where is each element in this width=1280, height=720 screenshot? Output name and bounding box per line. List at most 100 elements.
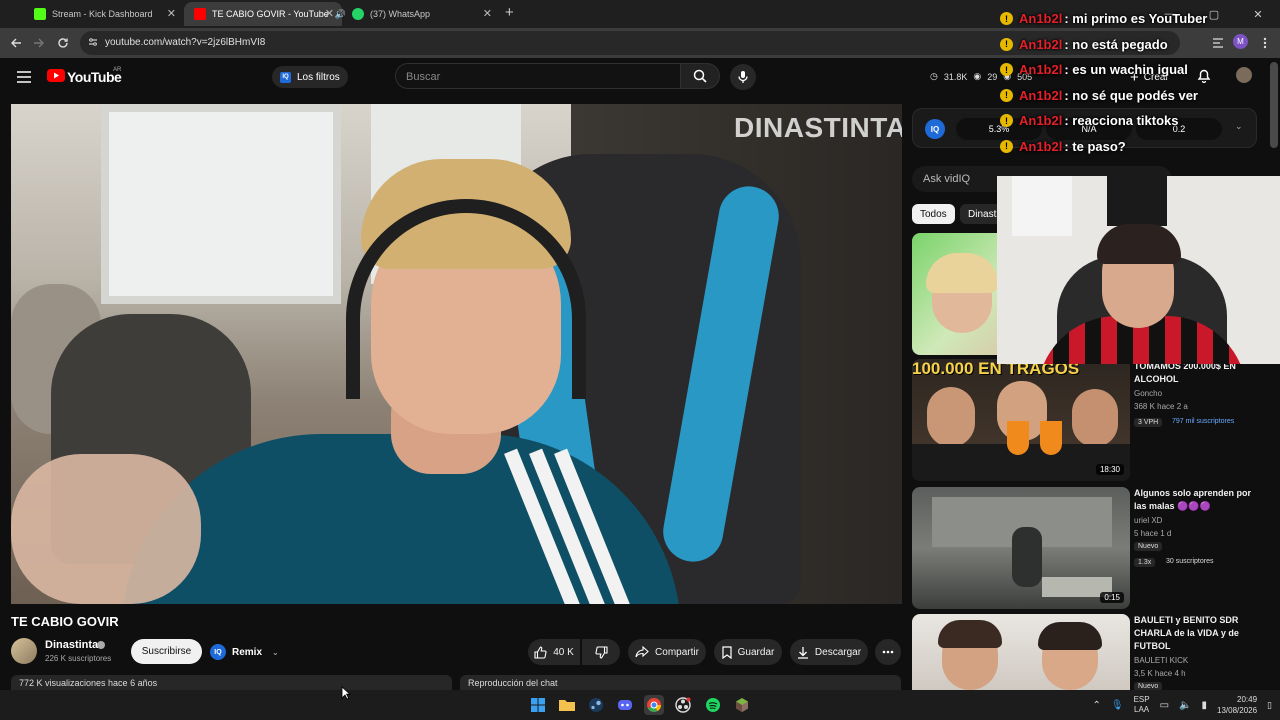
mouse-cursor-icon [341, 686, 351, 700]
tab-label: Stream - Kick Dashboard [52, 9, 153, 19]
thumbnail-image [926, 253, 998, 293]
network-icon[interactable]: ▭ [1160, 700, 1169, 711]
site-info-icon[interactable] [88, 37, 98, 47]
save-button[interactable]: Guardar [714, 639, 782, 665]
los-filtros-button[interactable]: IQ Los filtros [272, 66, 348, 88]
related-channel[interactable]: BAULETI KICK [1134, 656, 1188, 665]
chat-text: : no está pegado [1064, 36, 1168, 52]
chip-all[interactable]: Todos [912, 204, 955, 224]
chat-replay-box[interactable]: Reproducción del chat [460, 675, 901, 690]
download-label: Descargar [814, 646, 862, 658]
thumbnail-image [1040, 421, 1062, 455]
search-input[interactable]: Buscar [395, 63, 680, 89]
thumbnail-image [1012, 527, 1042, 587]
search-placeholder: Buscar [406, 71, 441, 83]
close-icon[interactable]: ✕ [483, 7, 492, 20]
page-scrollbar[interactable] [1270, 62, 1278, 148]
share-label: Compartir [655, 646, 699, 658]
tab-youtube[interactable]: TE CABIO GOVIR - YouTube 🔊 ✕ [184, 2, 346, 26]
file-explorer-icon[interactable] [557, 695, 577, 715]
close-icon[interactable]: ✕ [325, 7, 334, 20]
search-icon [693, 69, 707, 83]
related-channel[interactable]: Goncho [1134, 389, 1162, 398]
related-meta: 3,5 K hace 4 h [1134, 669, 1186, 678]
related-thumbnail[interactable]: 100.000 EN TRAGOS 18:30 [912, 359, 1130, 481]
chat-username: An1b2l [1019, 113, 1063, 129]
video-frame [11, 454, 201, 604]
new-tab-button[interactable]: + [505, 4, 514, 21]
volume-icon[interactable]: 🔈 [1179, 700, 1191, 711]
more-actions-button[interactable] [875, 639, 901, 665]
like-count: 40 K [553, 646, 574, 658]
channel-avatar[interactable] [11, 638, 37, 664]
remix-button[interactable]: IQ Remix ⌄ [210, 642, 279, 662]
related-thumbnail[interactable]: 0:15 [912, 487, 1130, 609]
chevron-down-icon[interactable]: ⌄ [272, 648, 279, 657]
vidiq-logo-icon[interactable]: IQ [925, 119, 945, 139]
chat-message: ! An1b2l: no está pegado [1000, 32, 1270, 58]
microphone-icon [738, 71, 748, 83]
obs-icon[interactable] [673, 695, 693, 715]
subscriber-count: 30 suscriptores [1166, 558, 1214, 565]
chat-badge-icon: ! [1000, 63, 1013, 77]
windows-start-icon[interactable] [528, 695, 548, 715]
language-code: ESP [1133, 695, 1150, 704]
chat-message: ! An1b2l: mi primo es YouTuber [1000, 6, 1270, 32]
tab-whatsapp[interactable]: (37) WhatsApp ✕ [342, 2, 500, 26]
view-count-date: 772 K visualizaciones hace 6 años [19, 678, 158, 688]
video-player[interactable]: DINASTINTA [11, 104, 902, 604]
reload-icon[interactable] [54, 34, 72, 52]
youtube-logo-icon[interactable] [47, 69, 65, 82]
related-channel[interactable]: uriel XD [1134, 516, 1162, 525]
tab-kick-dashboard[interactable]: Stream - Kick Dashboard ✕ [24, 2, 184, 26]
related-title[interactable]: BAULETI y BENITO SDR CHARLA de la VIDA y… [1134, 614, 1254, 653]
voice-search-button[interactable] [730, 64, 756, 90]
dislike-button[interactable] [582, 639, 620, 665]
chat-username: An1b2l [1019, 87, 1063, 103]
chat-text: : reacciona tiktoks [1064, 113, 1179, 129]
channel-name[interactable]: Dinastinta [45, 639, 98, 651]
hamburger-menu-icon[interactable] [17, 71, 31, 83]
tab-label: (37) WhatsApp [370, 9, 431, 19]
subscribe-button[interactable]: Suscribirse [131, 639, 202, 664]
youtube-icon [194, 8, 206, 20]
chat-badge-icon: ! [1000, 37, 1013, 51]
viewers-stat: 29 [987, 71, 998, 82]
more-icon [882, 650, 894, 654]
spotify-icon[interactable] [703, 695, 723, 715]
share-icon [635, 646, 649, 658]
system-tray: ⌃ 🎙 ESP LAA ▭ 🔈 ▮ 20:49 13/08/2026 ▯ [1092, 694, 1272, 716]
kick-icon [34, 8, 46, 20]
notifications-icon[interactable]: ▯ [1267, 700, 1272, 711]
chat-message: ! An1b2l: te paso? [1000, 134, 1270, 160]
discord-icon[interactable] [615, 695, 635, 715]
video-duration: 0:15 [1100, 592, 1124, 603]
microphone-tray-icon[interactable]: 🎙 [1111, 700, 1124, 711]
close-icon[interactable]: ✕ [167, 7, 176, 20]
vidiq-icon: IQ [280, 71, 291, 83]
clock[interactable]: 20:49 13/08/2026 [1217, 694, 1257, 716]
chat-text: : te paso? [1064, 138, 1126, 154]
like-button[interactable]: 40 K [528, 639, 580, 665]
forward-icon[interactable] [30, 34, 48, 52]
chat-message: ! An1b2l: es un wachin igual [1000, 57, 1270, 83]
clock-date: 13/08/2026 [1217, 706, 1258, 715]
chat-message: ! An1b2l: reacciona tiktoks [1000, 108, 1270, 134]
minecraft-icon[interactable] [732, 695, 752, 715]
chat-badge-icon: ! [1000, 114, 1013, 128]
thumbnail-image [1072, 389, 1118, 447]
back-icon[interactable] [7, 34, 25, 52]
chat-text: : mi primo es YouTuber [1064, 11, 1208, 27]
related-thumbnail[interactable] [912, 614, 1130, 690]
battery-icon[interactable]: ▮ [1201, 700, 1207, 711]
steam-icon[interactable] [586, 695, 606, 715]
download-button[interactable]: Descargar [790, 639, 868, 665]
language-indicator[interactable]: ESP LAA [1134, 695, 1150, 715]
chrome-icon[interactable] [644, 695, 664, 715]
whatsapp-icon [352, 8, 364, 20]
description-box[interactable]: 772 K visualizaciones hace 6 años [11, 675, 452, 690]
related-title[interactable]: Algunos solo aprenden por las malas 🟣🟣🟣 [1134, 487, 1254, 513]
search-button[interactable] [680, 63, 720, 89]
chevron-up-icon[interactable]: ⌃ [1092, 700, 1100, 711]
share-button[interactable]: Compartir [628, 639, 706, 665]
